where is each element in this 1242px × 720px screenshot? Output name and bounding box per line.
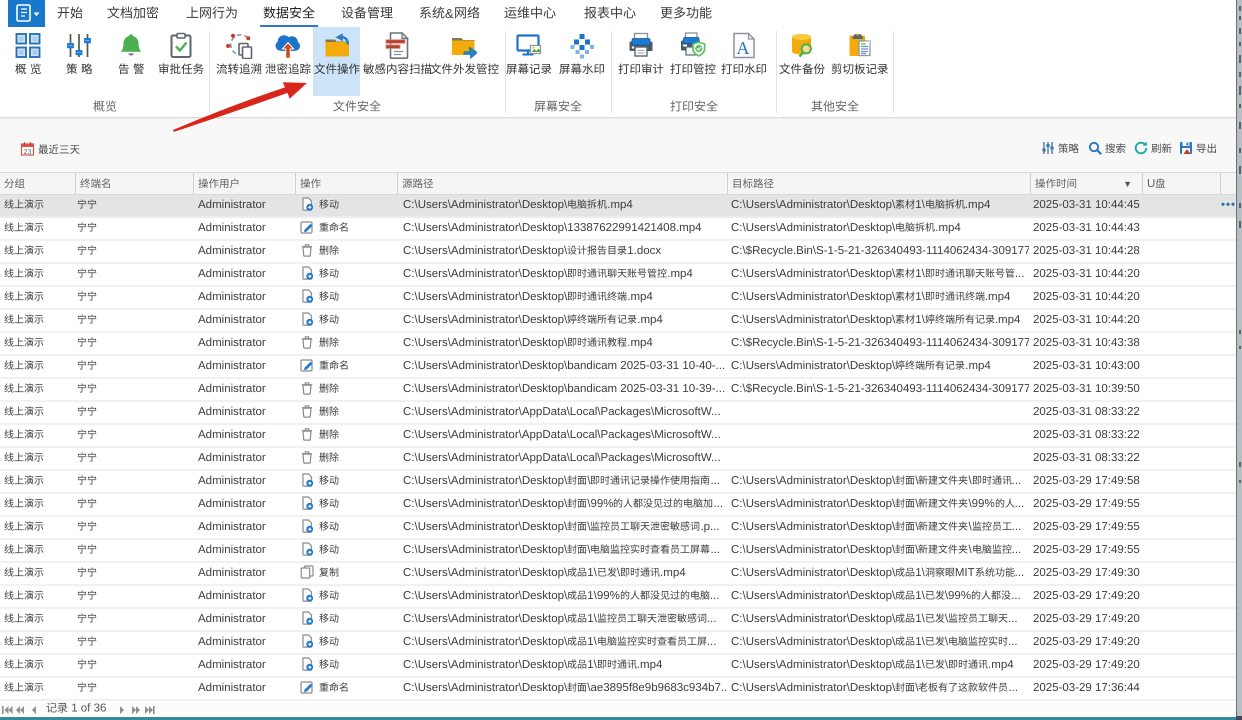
svg-text:A: A (737, 38, 750, 58)
svg-text:23: 23 (24, 149, 32, 156)
